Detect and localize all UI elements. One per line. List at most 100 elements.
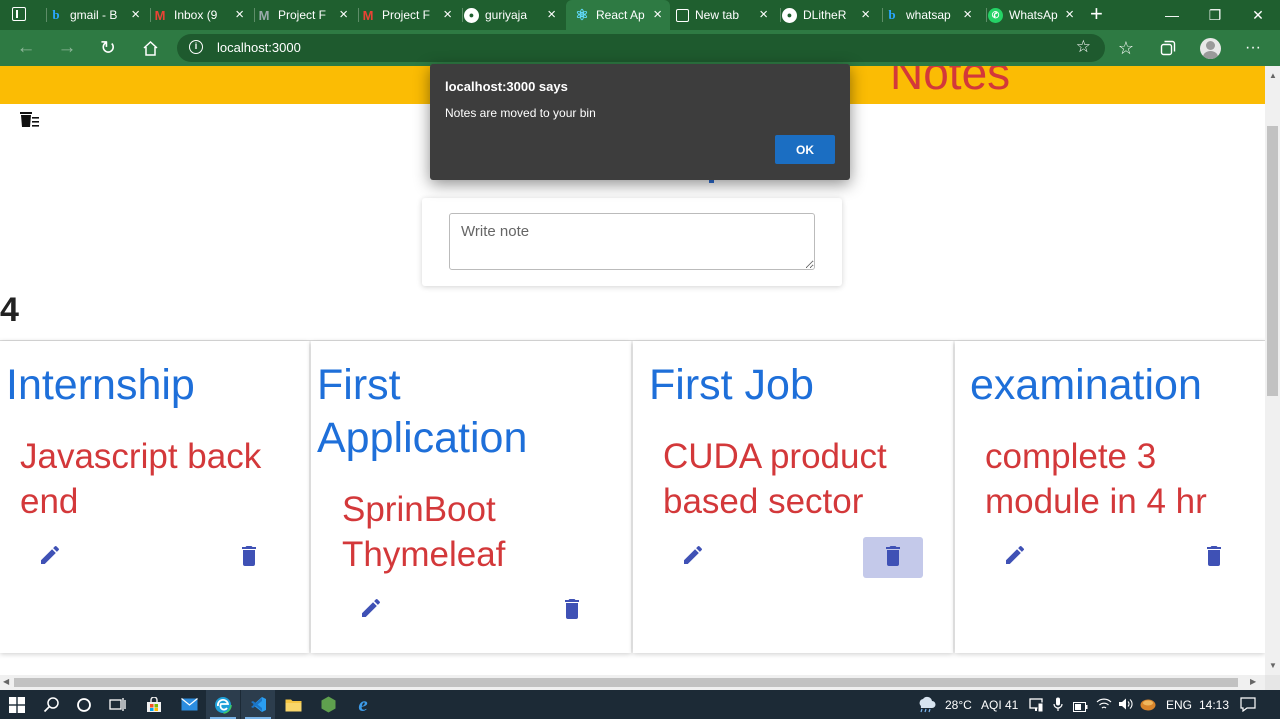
scroll-left-arrow-icon[interactable]: ◀ — [3, 677, 9, 686]
nodejs-taskbar-button[interactable] — [311, 690, 345, 719]
note-count: 4 — [0, 291, 19, 329]
close-tab-icon[interactable]: × — [131, 7, 140, 22]
add-favorite-icon[interactable]: ☆ — [1076, 37, 1091, 57]
file-explorer-button[interactable] — [276, 690, 310, 719]
tab-title: Project F — [278, 8, 327, 22]
wifi-icon[interactable] — [1096, 697, 1112, 716]
horizontal-scrollbar[interactable]: ◀ ▶ — [0, 675, 1265, 690]
scroll-down-arrow-icon[interactable]: ▼ — [1269, 661, 1277, 670]
gmail-icon: M — [258, 7, 270, 23]
vertical-scroll-thumb[interactable] — [1267, 126, 1278, 396]
note-content: Javascript back end — [20, 437, 262, 521]
note-card: examination complete 3 module in 4 hr — [955, 341, 1265, 653]
folder-icon — [285, 699, 301, 711]
vertical-scrollbar[interactable]: ▲ ▼ — [1265, 66, 1280, 675]
whatsapp-icon: ✆ — [988, 7, 1003, 23]
note-card: Internship Javascript back end — [0, 341, 309, 653]
bin-icon[interactable] — [20, 111, 40, 133]
browser-tab-strip: b gmail - B × M Inbox (9 × M Project F ×… — [0, 0, 1280, 30]
weather-temperature[interactable]: 28°C — [945, 698, 972, 712]
profile-avatar[interactable] — [1200, 38, 1221, 59]
collections-button[interactable] — [1152, 30, 1184, 66]
back-button[interactable]: ← — [10, 30, 42, 66]
minimize-button[interactable]: — — [1152, 0, 1192, 30]
task-view-icon — [108, 698, 126, 711]
app-tray-icon[interactable] — [1140, 698, 1156, 716]
delete-icon[interactable] — [863, 537, 923, 578]
close-tab-icon[interactable]: × — [1065, 7, 1074, 22]
scroll-up-arrow-icon[interactable]: ▲ — [1269, 71, 1277, 80]
close-tab-icon[interactable]: × — [339, 7, 348, 22]
settings-menu-button[interactable]: ··· — [1237, 30, 1269, 66]
note-card: First Job CUDA product based sector — [633, 341, 953, 653]
edit-icon[interactable] — [359, 596, 383, 625]
close-tab-icon[interactable]: × — [235, 7, 244, 22]
air-quality[interactable]: AQI 41 — [981, 698, 1018, 712]
vscode-taskbar-button[interactable] — [241, 690, 275, 719]
close-tab-icon[interactable]: × — [653, 7, 662, 22]
battery-icon[interactable] — [1073, 699, 1088, 717]
forward-button[interactable]: → — [51, 30, 83, 66]
internet-explorer-button[interactable]: e — [346, 690, 380, 719]
edit-icon[interactable] — [681, 543, 705, 572]
microphone-icon[interactable] — [1053, 697, 1063, 717]
note-content: CUDA product based sector — [663, 437, 887, 521]
tab-github-guriyaja[interactable]: ● guriyaja × — [462, 0, 564, 30]
tab-project-2[interactable]: M Project F × — [358, 0, 460, 30]
meet-now-icon[interactable] — [1029, 697, 1044, 717]
store-button[interactable] — [137, 690, 171, 719]
gmail-icon: M — [362, 7, 374, 23]
refresh-button[interactable]: ↻ — [92, 30, 124, 66]
store-icon — [147, 696, 161, 712]
close-tab-icon[interactable]: × — [759, 7, 768, 22]
delete-icon[interactable] — [551, 590, 593, 631]
edge-taskbar-button[interactable] — [206, 690, 240, 719]
delete-icon[interactable] — [1193, 537, 1235, 578]
maximize-button[interactable]: ❐ — [1195, 0, 1235, 30]
clock[interactable]: 14:13 — [1199, 698, 1229, 712]
weather-icon[interactable] — [915, 695, 937, 718]
start-button[interactable] — [0, 690, 34, 719]
tab-react-app[interactable]: ⚛ React Ap × — [566, 0, 670, 30]
close-tab-icon[interactable]: × — [547, 7, 556, 22]
edit-icon[interactable] — [38, 543, 62, 572]
tab-gmail-search[interactable]: b gmail - B × — [46, 0, 148, 30]
search-icon — [43, 697, 59, 713]
tab-new-tab[interactable]: New tab × — [676, 0, 776, 30]
tab-whatsapp[interactable]: ✆ WhatsAp × — [986, 0, 1082, 30]
note-input[interactable] — [449, 213, 815, 270]
tab-actions-icon[interactable] — [12, 7, 26, 21]
tab-project-1[interactable]: M Project F × — [254, 0, 356, 30]
close-tab-icon[interactable]: × — [861, 7, 870, 22]
url-text[interactable]: localhost:3000 — [217, 40, 301, 55]
vscode-icon — [250, 697, 266, 712]
site-info-icon[interactable]: i — [189, 40, 203, 54]
scroll-right-arrow-icon[interactable]: ▶ — [1250, 677, 1256, 686]
mail-button[interactable] — [172, 690, 206, 719]
notifications-icon[interactable] — [1240, 697, 1256, 717]
tab-title: guriyaja — [485, 8, 528, 22]
close-tab-icon[interactable]: × — [443, 7, 452, 22]
task-view-button[interactable] — [100, 690, 134, 719]
tab-whatsapp-search[interactable]: b whatsap × — [882, 0, 980, 30]
ok-button[interactable]: OK — [775, 135, 835, 164]
browser-toolbar: ← → ↻ i localhost:3000 ☆ ☆ ··· — [0, 30, 1280, 66]
horizontal-scroll-thumb[interactable] — [14, 678, 1238, 687]
close-window-button[interactable]: ✕ — [1238, 0, 1278, 30]
delete-icon[interactable] — [228, 537, 270, 578]
home-button[interactable] — [134, 30, 166, 66]
cortana-button[interactable] — [67, 690, 101, 719]
input-language[interactable]: ENG — [1166, 698, 1192, 712]
search-button[interactable] — [34, 690, 68, 719]
edit-icon[interactable] — [1003, 543, 1027, 572]
address-bar[interactable]: i localhost:3000 ☆ — [177, 34, 1105, 62]
new-tab-button[interactable]: + — [1090, 2, 1103, 26]
favorites-button[interactable]: ☆ — [1110, 30, 1142, 66]
tab-title: React Ap — [596, 8, 645, 22]
tab-inbox[interactable]: M Inbox (9 × — [150, 0, 252, 30]
tab-github-dlither[interactable]: ● DLitheR × — [780, 0, 878, 30]
note-title: examination — [970, 361, 1202, 409]
note-card: First Application SprinBoot Thymeleaf — [311, 341, 631, 653]
volume-icon[interactable] — [1118, 697, 1134, 716]
close-tab-icon[interactable]: × — [963, 7, 972, 22]
